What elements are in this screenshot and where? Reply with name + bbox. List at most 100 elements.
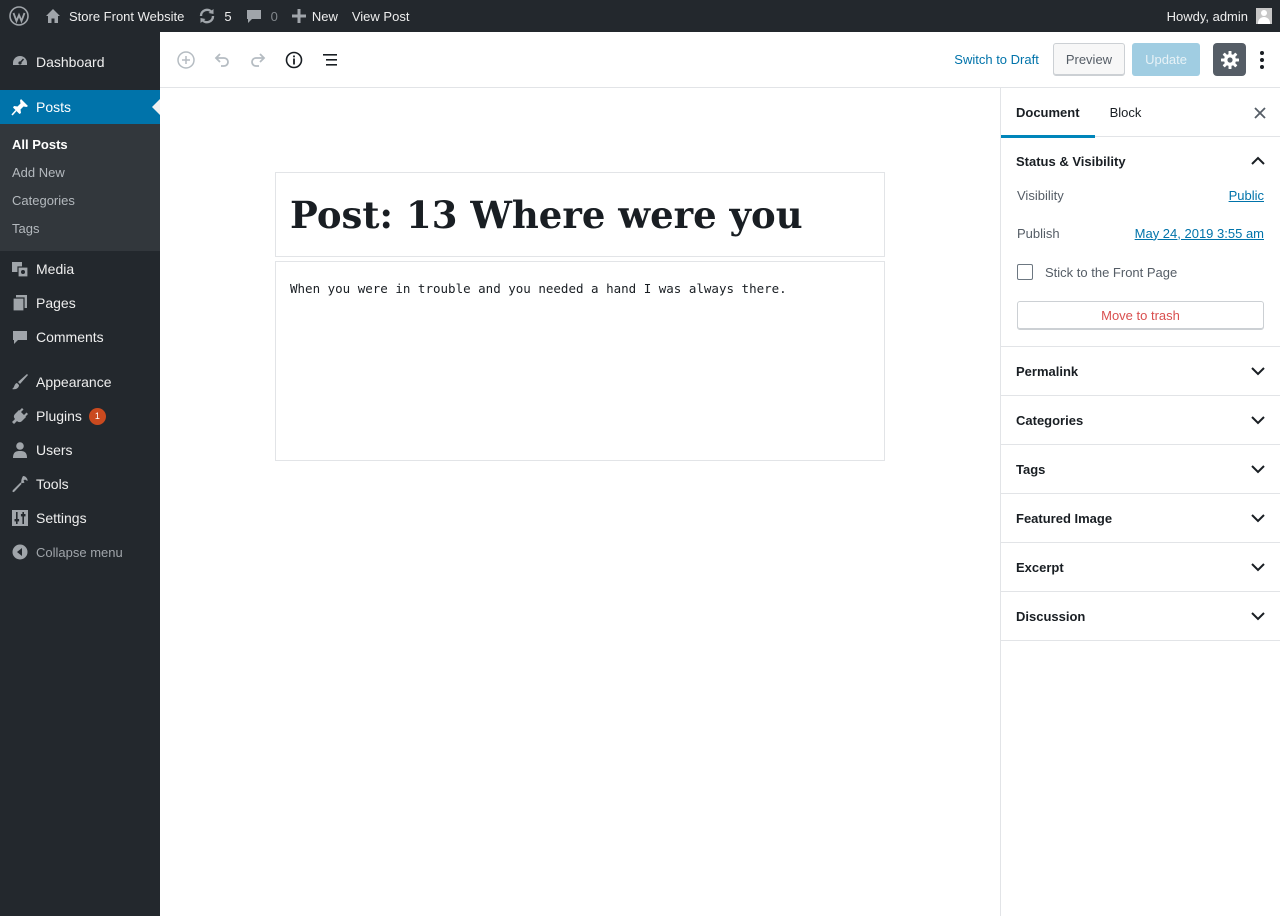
panel-tags-title: Tags [1016,461,1046,477]
content-structure-button[interactable] [276,42,312,78]
menu-comments[interactable]: Comments [0,320,160,354]
menu-tools[interactable]: Tools [0,467,160,501]
menu-settings[interactable]: Settings [0,501,160,535]
redo-button[interactable] [240,42,276,78]
more-vertical-icon [1260,50,1264,69]
settings-toggle-button[interactable] [1213,43,1246,76]
menu-pages-label: Pages [36,295,76,311]
wordpress-logo-icon[interactable] [0,0,38,32]
settings-sliders-icon [10,508,30,528]
sticky-label[interactable]: Stick to the Front Page [1045,265,1177,280]
gear-icon [1220,50,1239,69]
new-content-link[interactable]: New [285,0,345,32]
submenu-add-new[interactable]: Add New [0,159,160,187]
more-tools-button[interactable] [1252,43,1272,76]
chevron-down-icon [1251,367,1265,376]
panel-discussion: Discussion [1001,592,1280,641]
visibility-label: Visibility [1017,187,1064,203]
updates-link[interactable]: 5 [191,0,238,32]
howdy-text: Howdy, admin [1166,8,1248,24]
avatar [1256,8,1272,24]
view-post-link[interactable]: View Post [345,0,417,32]
switch-to-draft-button[interactable]: Switch to Draft [940,52,1053,67]
add-block-button[interactable] [168,42,204,78]
media-icon [10,259,30,279]
collapse-menu-button[interactable]: Collapse menu [0,535,160,569]
user-icon [10,440,30,460]
submenu-categories[interactable]: Categories [0,187,160,215]
chevron-down-icon [1251,563,1265,572]
account-menu[interactable]: Howdy, admin [1160,0,1272,32]
publish-label: Publish [1017,225,1060,241]
chevron-down-icon [1251,612,1265,621]
dashboard-icon [10,52,30,72]
chevron-down-icon [1251,514,1265,523]
panel-excerpt: Excerpt [1001,543,1280,592]
submenu-all-posts[interactable]: All Posts [0,131,160,159]
menu-plugins[interactable]: Plugins 1 [0,399,160,433]
menu-appearance-label: Appearance [36,374,112,390]
menu-plugins-label: Plugins [36,408,82,424]
undo-button[interactable] [204,42,240,78]
site-name-link[interactable]: Store Front Website [38,0,191,32]
panel-categories-title: Categories [1016,412,1084,428]
chevron-up-icon [1251,156,1265,165]
comment-bubble-icon [246,8,262,24]
move-to-trash-button[interactable]: Move to trash [1017,301,1264,330]
panel-featured-image: Featured Image [1001,494,1280,543]
menu-users[interactable]: Users [0,433,160,467]
add-block-icon [177,50,195,69]
menu-pages[interactable]: Pages [0,286,160,320]
home-icon [45,8,61,24]
settings-tabs: Document Block [1001,88,1280,138]
panel-tags-toggle[interactable]: Tags [1001,445,1280,493]
preview-button[interactable]: Preview [1052,43,1126,76]
panel-excerpt-toggle[interactable]: Excerpt [1001,543,1280,591]
sticky-checkbox[interactable] [1017,264,1033,280]
panel-featured-image-toggle[interactable]: Featured Image [1001,494,1280,542]
menu-dashboard[interactable]: Dashboard [0,45,160,79]
menu-posts-label: Posts [36,99,72,115]
close-icon [1254,107,1266,119]
tab-document[interactable]: Document [1001,88,1095,138]
site-name: Store Front Website [69,8,185,24]
editor-canvas: Post: 13 Where were you When you were in… [160,88,1000,916]
paragraph-block[interactable]: When you were in trouble and you needed … [275,261,885,461]
menu-settings-label: Settings [36,510,87,526]
publish-date-toggle[interactable]: May 24, 2019 3:55 am [1135,226,1264,241]
menu-posts[interactable]: Posts [0,90,160,124]
block-navigation-button[interactable] [312,42,348,78]
panel-status-visibility: Status & Visibility Visibility Public Pu… [1001,137,1280,347]
menu-appearance[interactable]: Appearance [0,365,160,399]
new-label: New [311,8,338,24]
submenu-tags[interactable]: Tags [0,215,160,243]
posts-submenu: All Posts Add New Categories Tags [0,124,160,251]
post-title[interactable]: Post: 13 Where were you [290,191,870,240]
panel-excerpt-title: Excerpt [1016,559,1064,575]
tab-block[interactable]: Block [1095,88,1157,137]
editor-header-toolbar: Switch to Draft Preview Update [160,32,1280,88]
panel-permalink-toggle[interactable]: Permalink [1001,347,1280,395]
panel-tags: Tags [1001,445,1280,494]
post-title-block[interactable]: Post: 13 Where were you [275,172,885,257]
menu-comments-label: Comments [36,329,104,345]
panel-categories: Categories [1001,396,1280,445]
update-button[interactable]: Update [1132,43,1200,76]
plugins-update-badge: 1 [88,407,106,425]
visibility-toggle[interactable]: Public [1229,188,1264,203]
comments-count: 0 [270,8,278,24]
comments-icon [10,327,30,347]
undo-icon [214,52,229,67]
comments-link[interactable]: 0 [239,0,285,32]
paragraph-text[interactable]: When you were in trouble and you needed … [290,280,870,298]
publish-row: Publish May 24, 2019 3:55 am [1017,214,1264,252]
panel-discussion-toggle[interactable]: Discussion [1001,592,1280,640]
menu-media[interactable]: Media [0,252,160,286]
panel-permalink: Permalink [1001,347,1280,396]
admin-bar: Store Front Website 5 0 New View Post Ho… [0,0,1280,32]
close-settings-button[interactable] [1250,103,1270,123]
menu-dashboard-label: Dashboard [36,54,105,70]
menu-tools-label: Tools [36,476,69,492]
panel-categories-toggle[interactable]: Categories [1001,396,1280,444]
panel-discussion-title: Discussion [1016,608,1086,624]
